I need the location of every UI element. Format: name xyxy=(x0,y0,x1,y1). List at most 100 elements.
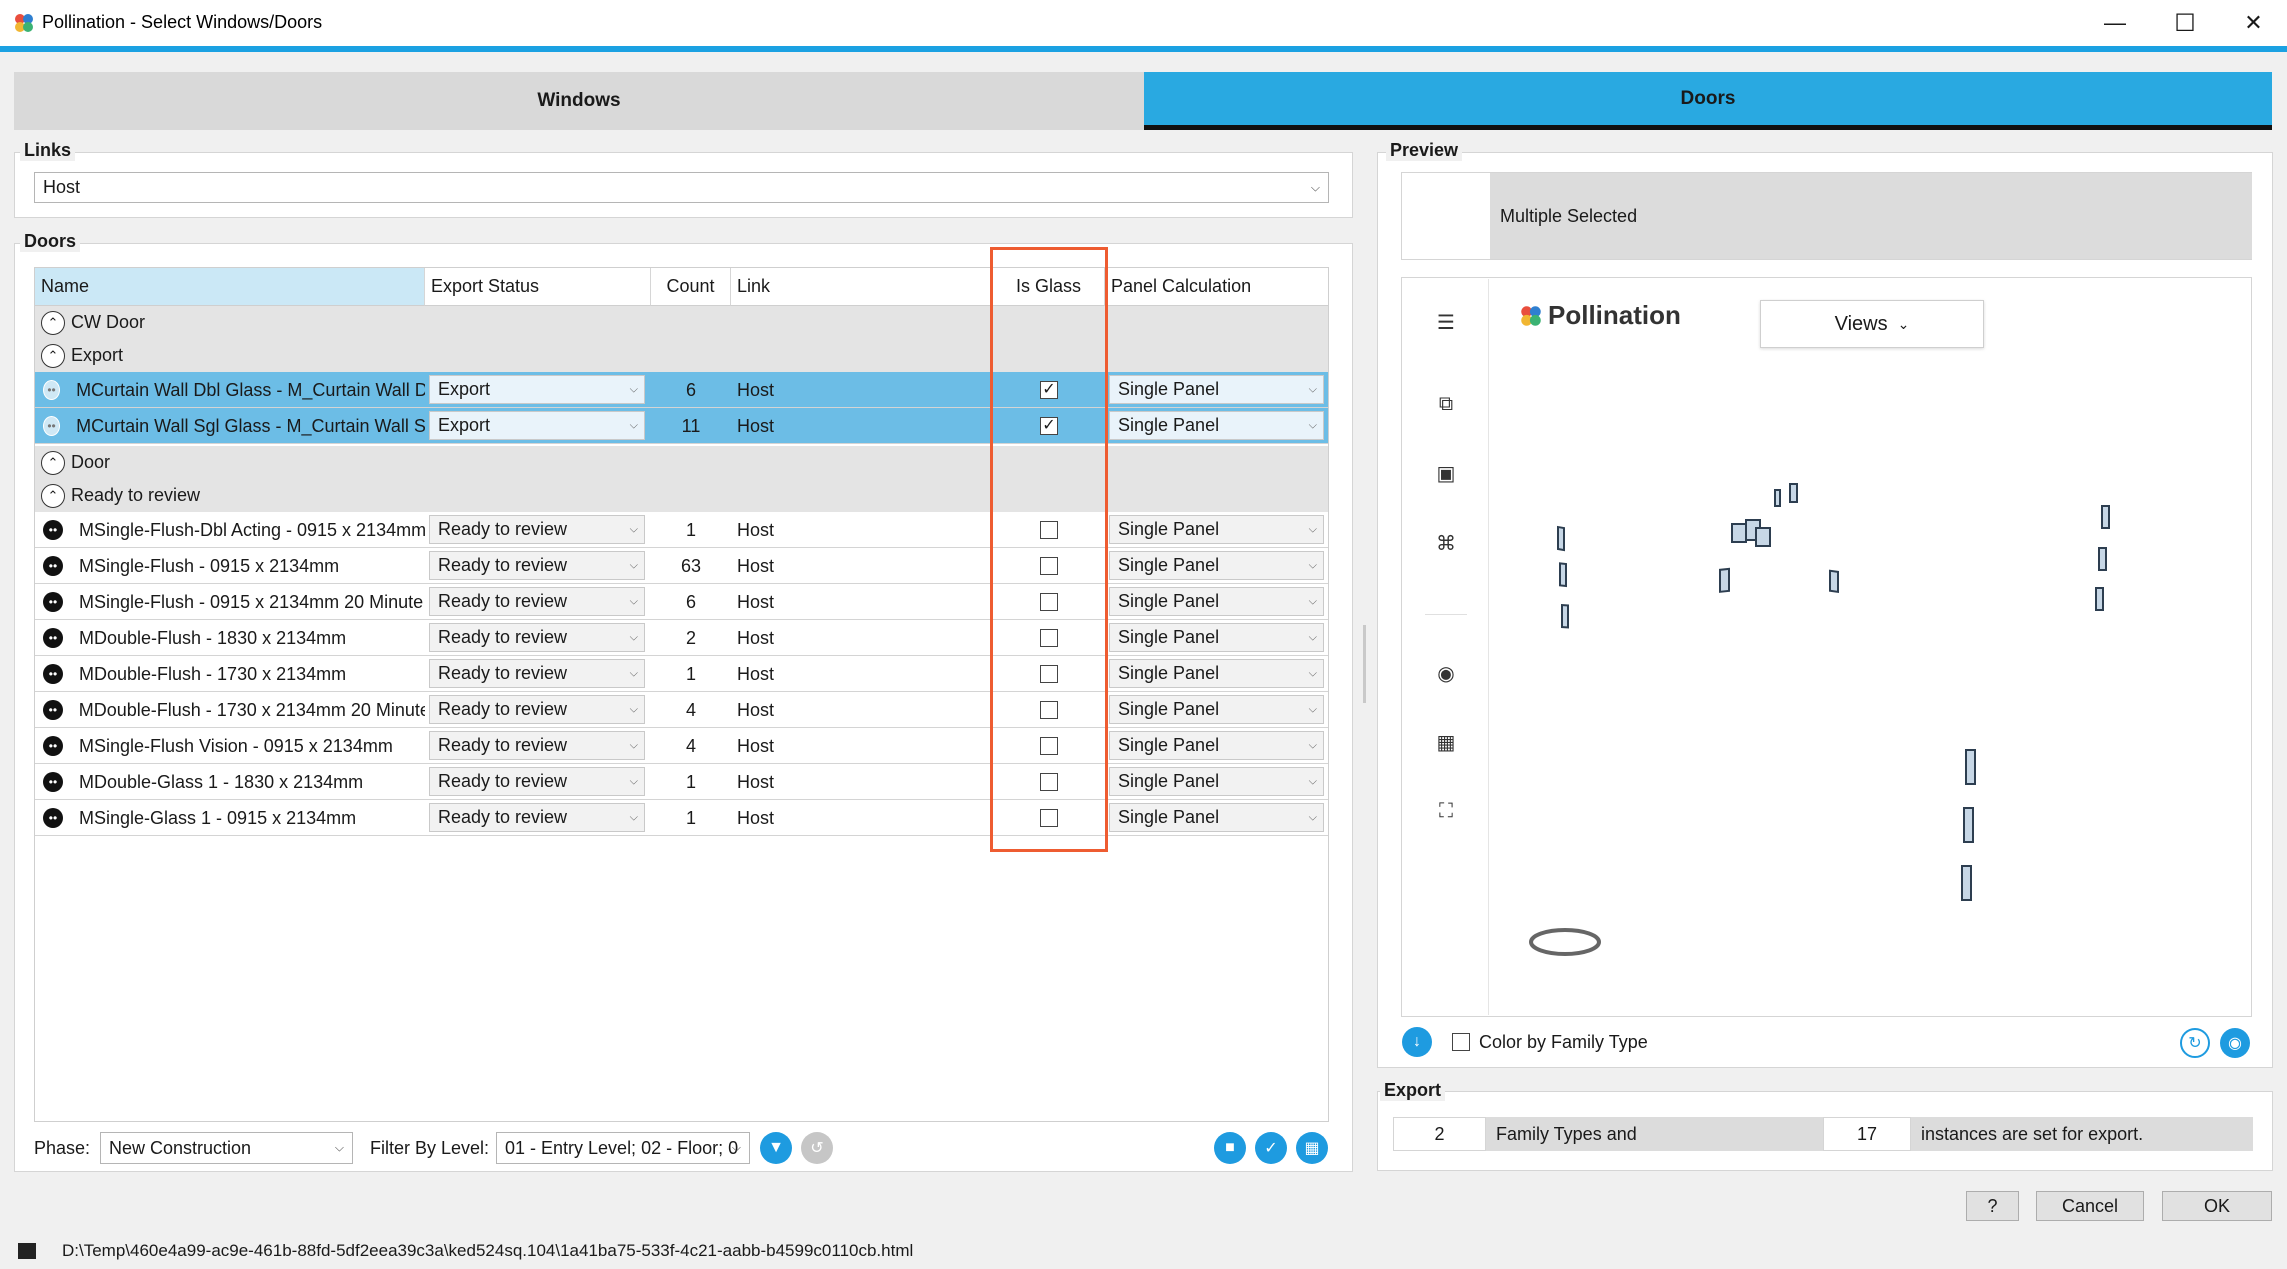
color-by-family-checkbox[interactable] xyxy=(1452,1033,1470,1051)
phase-select[interactable]: New Construction ⌵ xyxy=(100,1132,353,1164)
ok-button[interactable]: OK xyxy=(2162,1191,2272,1221)
table-row[interactable]: •• MDouble-Flush - 1730 x 2134mm Ready to … xyxy=(35,656,1328,692)
panel-calculation-value: Single Panel xyxy=(1118,415,1220,435)
panel-calculation-select[interactable]: Single Panel ⌵ xyxy=(1109,515,1324,544)
status-path: D:\Temp\460e4a99-ac9e-461b-88fd-5df2eea3… xyxy=(62,1241,914,1260)
outline-icon[interactable]: ☰ xyxy=(1431,307,1461,337)
collapse-icon[interactable]: ⌃ xyxy=(41,450,65,475)
filter-icon[interactable]: ▼ xyxy=(760,1132,792,1164)
orbit-icon[interactable]: ↻ xyxy=(2180,1028,2210,1058)
column-header-count[interactable]: Count xyxy=(651,268,731,306)
doors-grid: Name Export Status Count Link Is Glass P… xyxy=(34,267,1329,1122)
table-row[interactable]: •• MDouble-Flush - 1730 x 2134mm 20 Minut… xyxy=(35,692,1328,728)
views-dropdown[interactable]: Views ⌄ xyxy=(1760,300,1984,348)
table-row[interactable]: •• MCurtain Wall Dbl Glass - M_Curtain Wa… xyxy=(35,372,1328,408)
count-cell: 1 xyxy=(685,663,696,684)
export-status-select[interactable]: Ready to review ⌵ xyxy=(429,623,645,652)
chevron-down-icon: ⌵ xyxy=(1308,667,1317,679)
table-row[interactable]: •• MSingle-Glass 1 - 0915 x 2134mm Ready t… xyxy=(35,800,1328,836)
chevron-down-icon: ⌵ xyxy=(1308,559,1317,571)
count-cell: 11 xyxy=(681,415,701,436)
collapse-icon[interactable]: ⌃ xyxy=(41,483,65,508)
link-cell: Host xyxy=(737,807,775,828)
splitter-handle[interactable] xyxy=(1363,625,1366,703)
door-name: MSingle-Flush - 0915 x 2134mm xyxy=(79,555,340,576)
command-icon[interactable]: ⌘ xyxy=(1431,528,1461,558)
export-status-select[interactable]: Ready to review ⌵ xyxy=(429,515,645,544)
group-row-ready-to-review[interactable]: ⌃ Ready to review xyxy=(35,479,1328,512)
filter-level-select[interactable]: 01 - Entry Level; 02 - Floor; 0 ⌵ xyxy=(496,1132,750,1164)
panel-calculation-select[interactable]: Single Panel ⌵ xyxy=(1109,411,1324,440)
panel-calculation-select[interactable]: Single Panel ⌵ xyxy=(1109,695,1324,724)
group-row-door[interactable]: ⌃ Door xyxy=(35,446,1328,479)
help-button[interactable]: ? xyxy=(1966,1191,2019,1221)
model-tree-icon[interactable]: ▦ xyxy=(1431,727,1461,757)
table-row[interactable]: •• MSingle-Flush - 0915 x 2134mm Ready to … xyxy=(35,548,1328,584)
chevron-down-icon: ⌵ xyxy=(629,631,638,643)
panel-calculation-select[interactable]: Single Panel ⌵ xyxy=(1109,551,1324,580)
table-row[interactable]: •• MCurtain Wall Sgl Glass - M_Curtain Wa… xyxy=(35,408,1328,444)
panel-calculation-select[interactable]: Single Panel ⌵ xyxy=(1109,767,1324,796)
group-row-export[interactable]: ⌃ Export xyxy=(35,339,1328,372)
panel-calculation-select[interactable]: Single Panel ⌵ xyxy=(1109,623,1324,652)
panel-calculation-select[interactable]: Single Panel ⌵ xyxy=(1109,803,1324,832)
column-header-export-status[interactable]: Export Status xyxy=(425,268,651,306)
chevron-down-icon: ⌵ xyxy=(1308,811,1317,823)
group-row-cw-door[interactable]: ⌃ CW Door xyxy=(35,306,1328,339)
panel-calculation-value: Single Panel xyxy=(1118,591,1220,611)
camera-icon[interactable]: ◉ xyxy=(1431,658,1461,688)
export-status-select[interactable]: Ready to review ⌵ xyxy=(429,767,645,796)
export-status-select[interactable]: Ready to review ⌵ xyxy=(429,695,645,724)
column-header-panel-calculation[interactable]: Panel Calculation xyxy=(1105,268,1328,306)
export-status-value: Ready to review xyxy=(438,627,568,647)
minimize-button-alt[interactable]: — xyxy=(2080,0,2150,46)
export-status-select[interactable]: Ready to review ⌵ xyxy=(429,551,645,580)
group-label: Door xyxy=(71,452,111,472)
export-status-select[interactable]: Ready to review ⌵ xyxy=(429,659,645,688)
tab-windows[interactable]: Windows xyxy=(14,72,1144,130)
table-row[interactable]: •• MDouble-Flush - 1830 x 2134mm Ready to … xyxy=(35,620,1328,656)
column-header-name[interactable]: Name xyxy=(35,268,425,306)
image-icon[interactable]: ▣ xyxy=(1431,458,1461,488)
door-icon: •• xyxy=(43,556,63,576)
clear-filter-icon[interactable]: ↺ xyxy=(801,1132,833,1164)
fullscreen-icon[interactable]: ⛶ xyxy=(1431,796,1461,826)
maximize-button[interactable]: ☐ xyxy=(2150,0,2220,46)
layers-icon[interactable]: ⧉ xyxy=(1431,389,1461,419)
chevron-down-icon: ⌵ xyxy=(731,1140,741,1155)
tab-doors[interactable]: Doors xyxy=(1144,72,2272,130)
group-label: CW Door xyxy=(71,312,146,332)
family-types-count: 2 xyxy=(1393,1117,1486,1151)
eye-icon[interactable]: ◉ xyxy=(2220,1028,2250,1058)
check-selected-icon[interactable]: ✓ xyxy=(1255,1132,1287,1164)
export-status-select[interactable]: Ready to review ⌵ xyxy=(429,803,645,832)
name-cell: •• MSingle-Glass 1 - 0915 x 2134mm xyxy=(43,800,425,836)
chevron-down-icon: ⌵ xyxy=(1308,523,1317,535)
panel-calculation-select[interactable]: Single Panel ⌵ xyxy=(1109,587,1324,616)
table-row[interactable]: •• MDouble-Glass 1 - 1830 x 2134mm Ready t… xyxy=(35,764,1328,800)
collapse-icon[interactable]: ⌃ xyxy=(41,310,65,335)
panel-calculation-select[interactable]: Single Panel ⌵ xyxy=(1109,375,1324,404)
door-name: MDouble-Flush - 1830 x 2134mm xyxy=(79,627,347,648)
column-header-link[interactable]: Link xyxy=(731,268,993,306)
door-icon: •• xyxy=(43,380,61,400)
export-status-select[interactable]: Export ⌵ xyxy=(429,411,645,440)
export-status-select[interactable]: Ready to review ⌵ xyxy=(429,587,645,616)
group-label: Export xyxy=(71,345,124,365)
links-select[interactable]: Host ⌵ xyxy=(34,172,1329,203)
table-row[interactable]: •• MSingle-Flush Vision - 0915 x 2134mm Re… xyxy=(35,728,1328,764)
download-icon[interactable]: ↓ xyxy=(1402,1027,1432,1057)
table-row[interactable]: •• MSingle-Flush - 0915 x 2134mm 20 Minut… xyxy=(35,584,1328,620)
panel-calculation-select[interactable]: Single Panel ⌵ xyxy=(1109,659,1324,688)
close-button[interactable]: ✕ xyxy=(2220,0,2287,46)
export-status-select[interactable]: Export ⌵ xyxy=(429,375,645,404)
panel-calculation-value: Single Panel xyxy=(1118,735,1220,755)
grid-view-icon[interactable]: ▦ xyxy=(1296,1132,1328,1164)
select-all-icon[interactable]: ■ xyxy=(1214,1132,1246,1164)
cancel-button[interactable]: Cancel xyxy=(2036,1191,2144,1221)
door-icon: •• xyxy=(43,808,63,828)
panel-calculation-select[interactable]: Single Panel ⌵ xyxy=(1109,731,1324,760)
export-status-select[interactable]: Ready to review ⌵ xyxy=(429,731,645,760)
table-row[interactable]: •• MSingle-Flush-Dbl Acting - 0915 x 2134… xyxy=(35,512,1328,548)
collapse-icon[interactable]: ⌃ xyxy=(41,343,65,368)
